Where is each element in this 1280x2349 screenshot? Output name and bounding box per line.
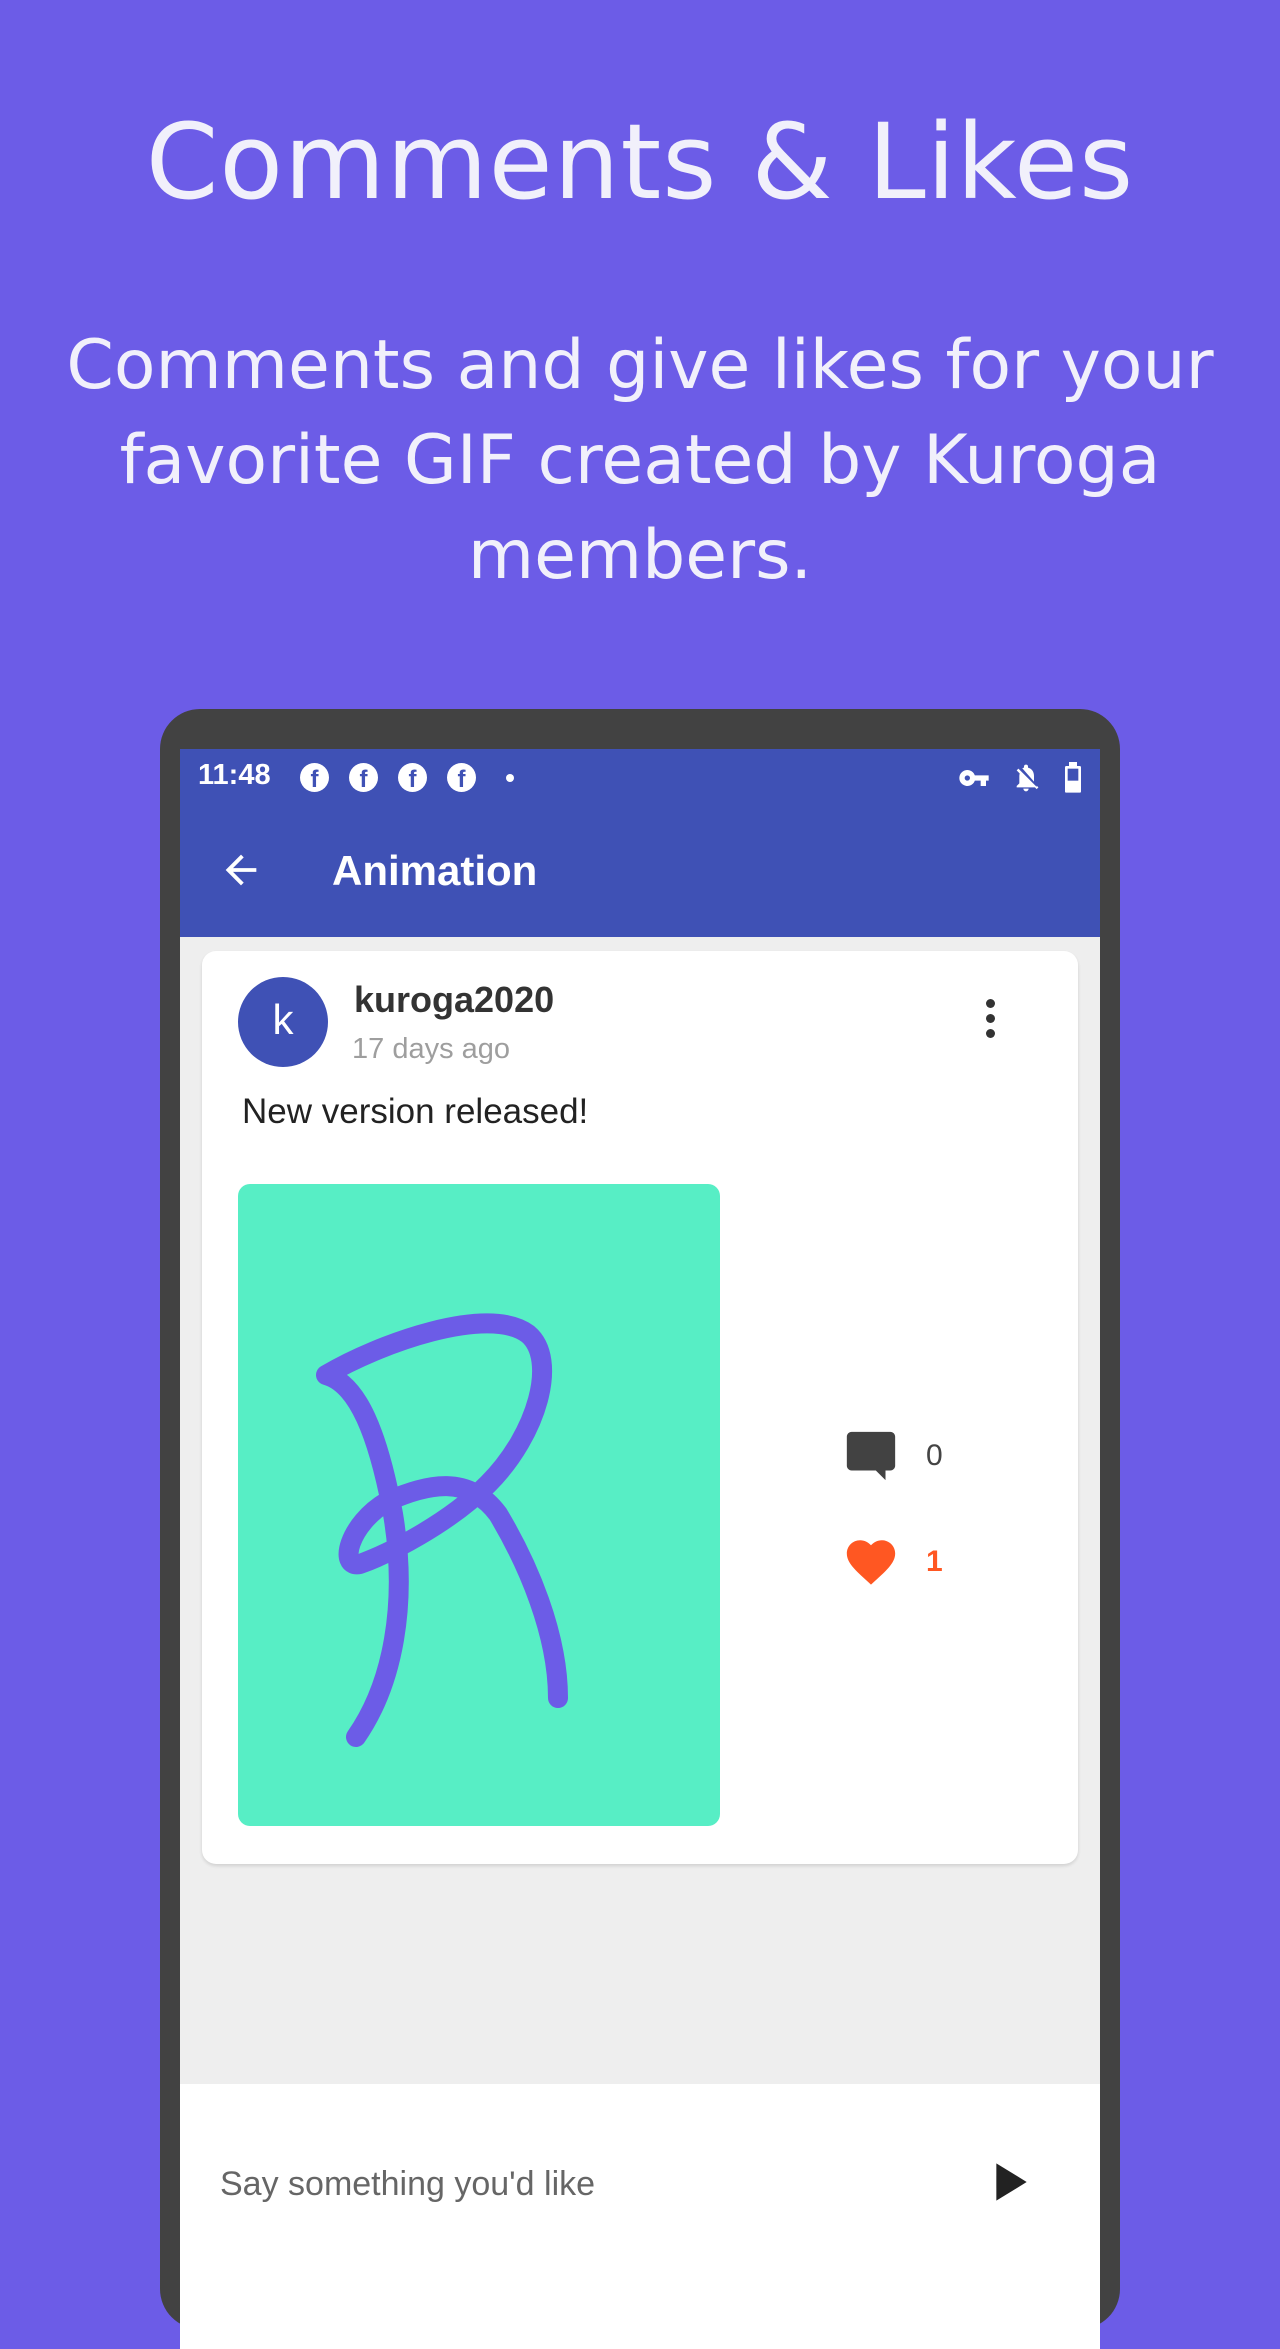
comment-button[interactable]: 0 [842, 1427, 943, 1485]
notifications-off-icon [1016, 764, 1039, 792]
more-notifications-icon [506, 773, 514, 782]
promo-subtitle: Comments and give likes for your favorit… [66, 326, 1214, 595]
status-right-icons [958, 762, 1084, 794]
status-time: 11:48 [198, 759, 271, 791]
facebook-icon: f [447, 763, 476, 792]
like-button[interactable]: 1 [842, 1533, 943, 1591]
comment-icon [846, 1431, 896, 1481]
facebook-icon: f [349, 763, 378, 792]
comment-count: 0 [926, 1439, 943, 1472]
gif-drawing [316, 1313, 568, 1747]
send-icon[interactable] [980, 2152, 1036, 2212]
heart-icon [846, 1540, 896, 1585]
facebook-icon: f [300, 763, 329, 792]
notification-icons: f f f f [300, 763, 514, 792]
comment-composer [180, 2084, 1100, 2349]
phone-frame: 11:48 f f f f Animation k kuroga2020 17 … [160, 709, 1120, 2349]
post-text: New version released! [242, 1092, 589, 1131]
avatar[interactable]: k [238, 977, 328, 1067]
post-timestamp: 17 days ago [352, 1033, 511, 1065]
post-username[interactable]: kuroga2020 [354, 979, 554, 1021]
status-bar: 11:48 f f f f [180, 749, 1100, 807]
promo-title: Comments & Likes [145, 101, 1135, 223]
page-title: Animation [332, 847, 538, 894]
arrow-back-icon[interactable] [218, 847, 264, 893]
post-card: k kuroga2020 17 days ago New version rel… [202, 951, 1078, 1864]
comment-input[interactable] [220, 2154, 920, 2214]
post-gif[interactable] [238, 1184, 720, 1826]
phone-screen: 11:48 f f f f Animation k kuroga2020 17 … [180, 749, 1100, 2349]
facebook-icon: f [398, 763, 427, 792]
more-options-icon[interactable] [984, 999, 996, 1043]
vpn-key-icon [959, 770, 989, 786]
app-bar: Animation [180, 807, 1100, 937]
like-count: 1 [926, 1545, 943, 1578]
battery-icon [1065, 762, 1081, 793]
